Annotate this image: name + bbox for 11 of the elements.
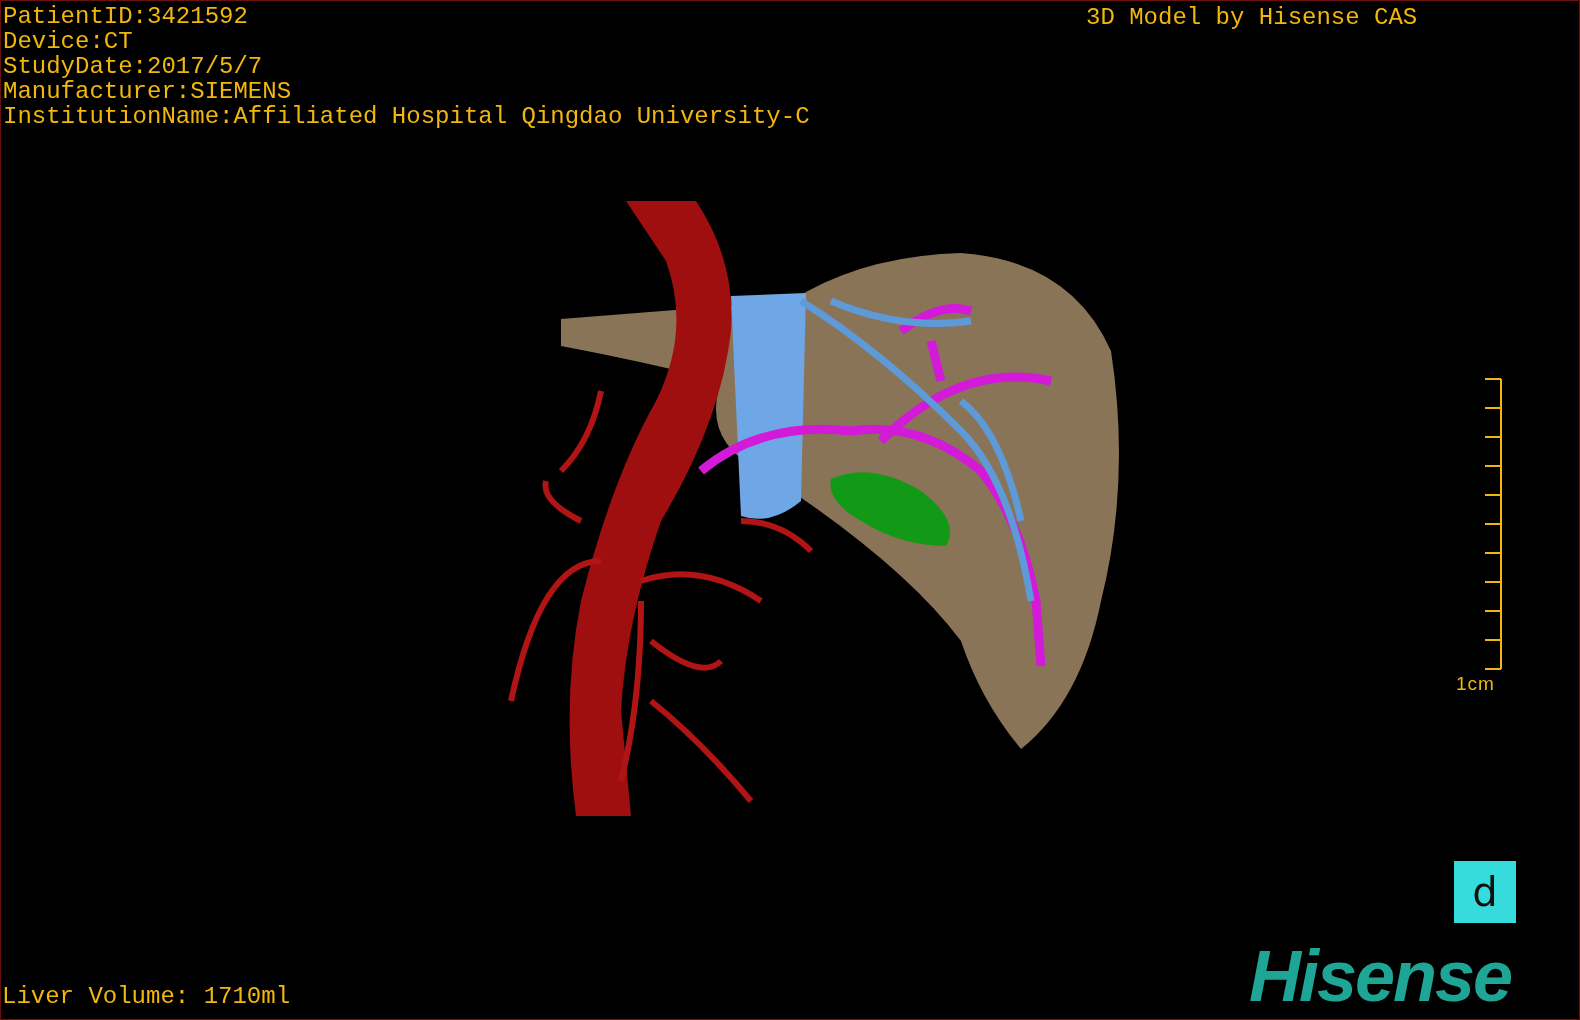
patient-info-text: PatientID:3421592 xyxy=(3,4,249,29)
orientation-cube[interactable]: d xyxy=(1454,861,1516,923)
patient-info-text: InstitutionName:Affiliated Hospital Qingdao University-C xyxy=(3,104,810,129)
brand-logo: Hisense xyxy=(1249,936,1512,1016)
patient-info-text: Device:CT xyxy=(3,29,134,54)
patient-info-text: Manufacturer:SIEMENS xyxy=(3,79,293,104)
scale-label: 1cm xyxy=(1456,673,1495,695)
scale-bar-icon xyxy=(1485,378,1503,672)
liver-volume-text: Liver Volume: 1710ml xyxy=(2,984,291,1009)
patient-info-text: StudyDate:2017/5/7 xyxy=(3,54,264,79)
model-credit-text: 3D Model by Hisense CAS xyxy=(1086,5,1418,30)
